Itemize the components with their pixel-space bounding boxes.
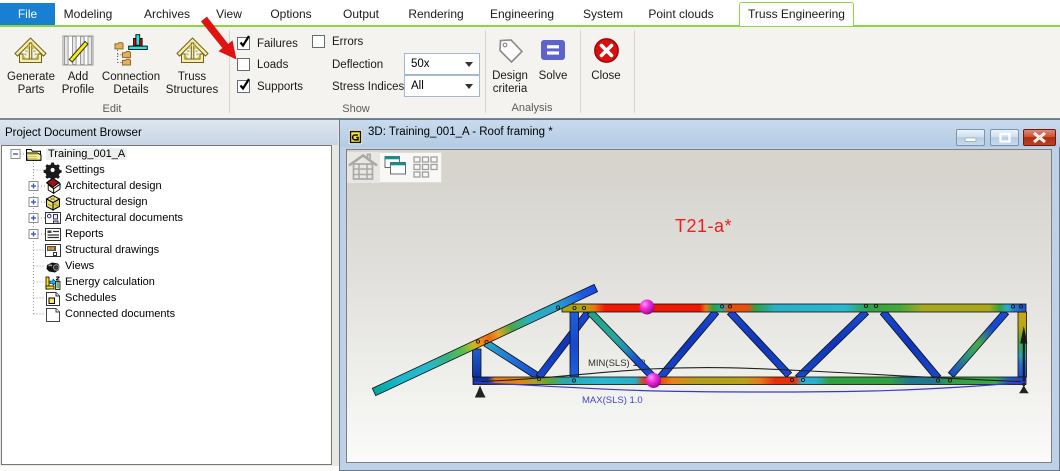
svg-text:MAX(SLS) 1.0: MAX(SLS) 1.0 — [582, 395, 643, 406]
